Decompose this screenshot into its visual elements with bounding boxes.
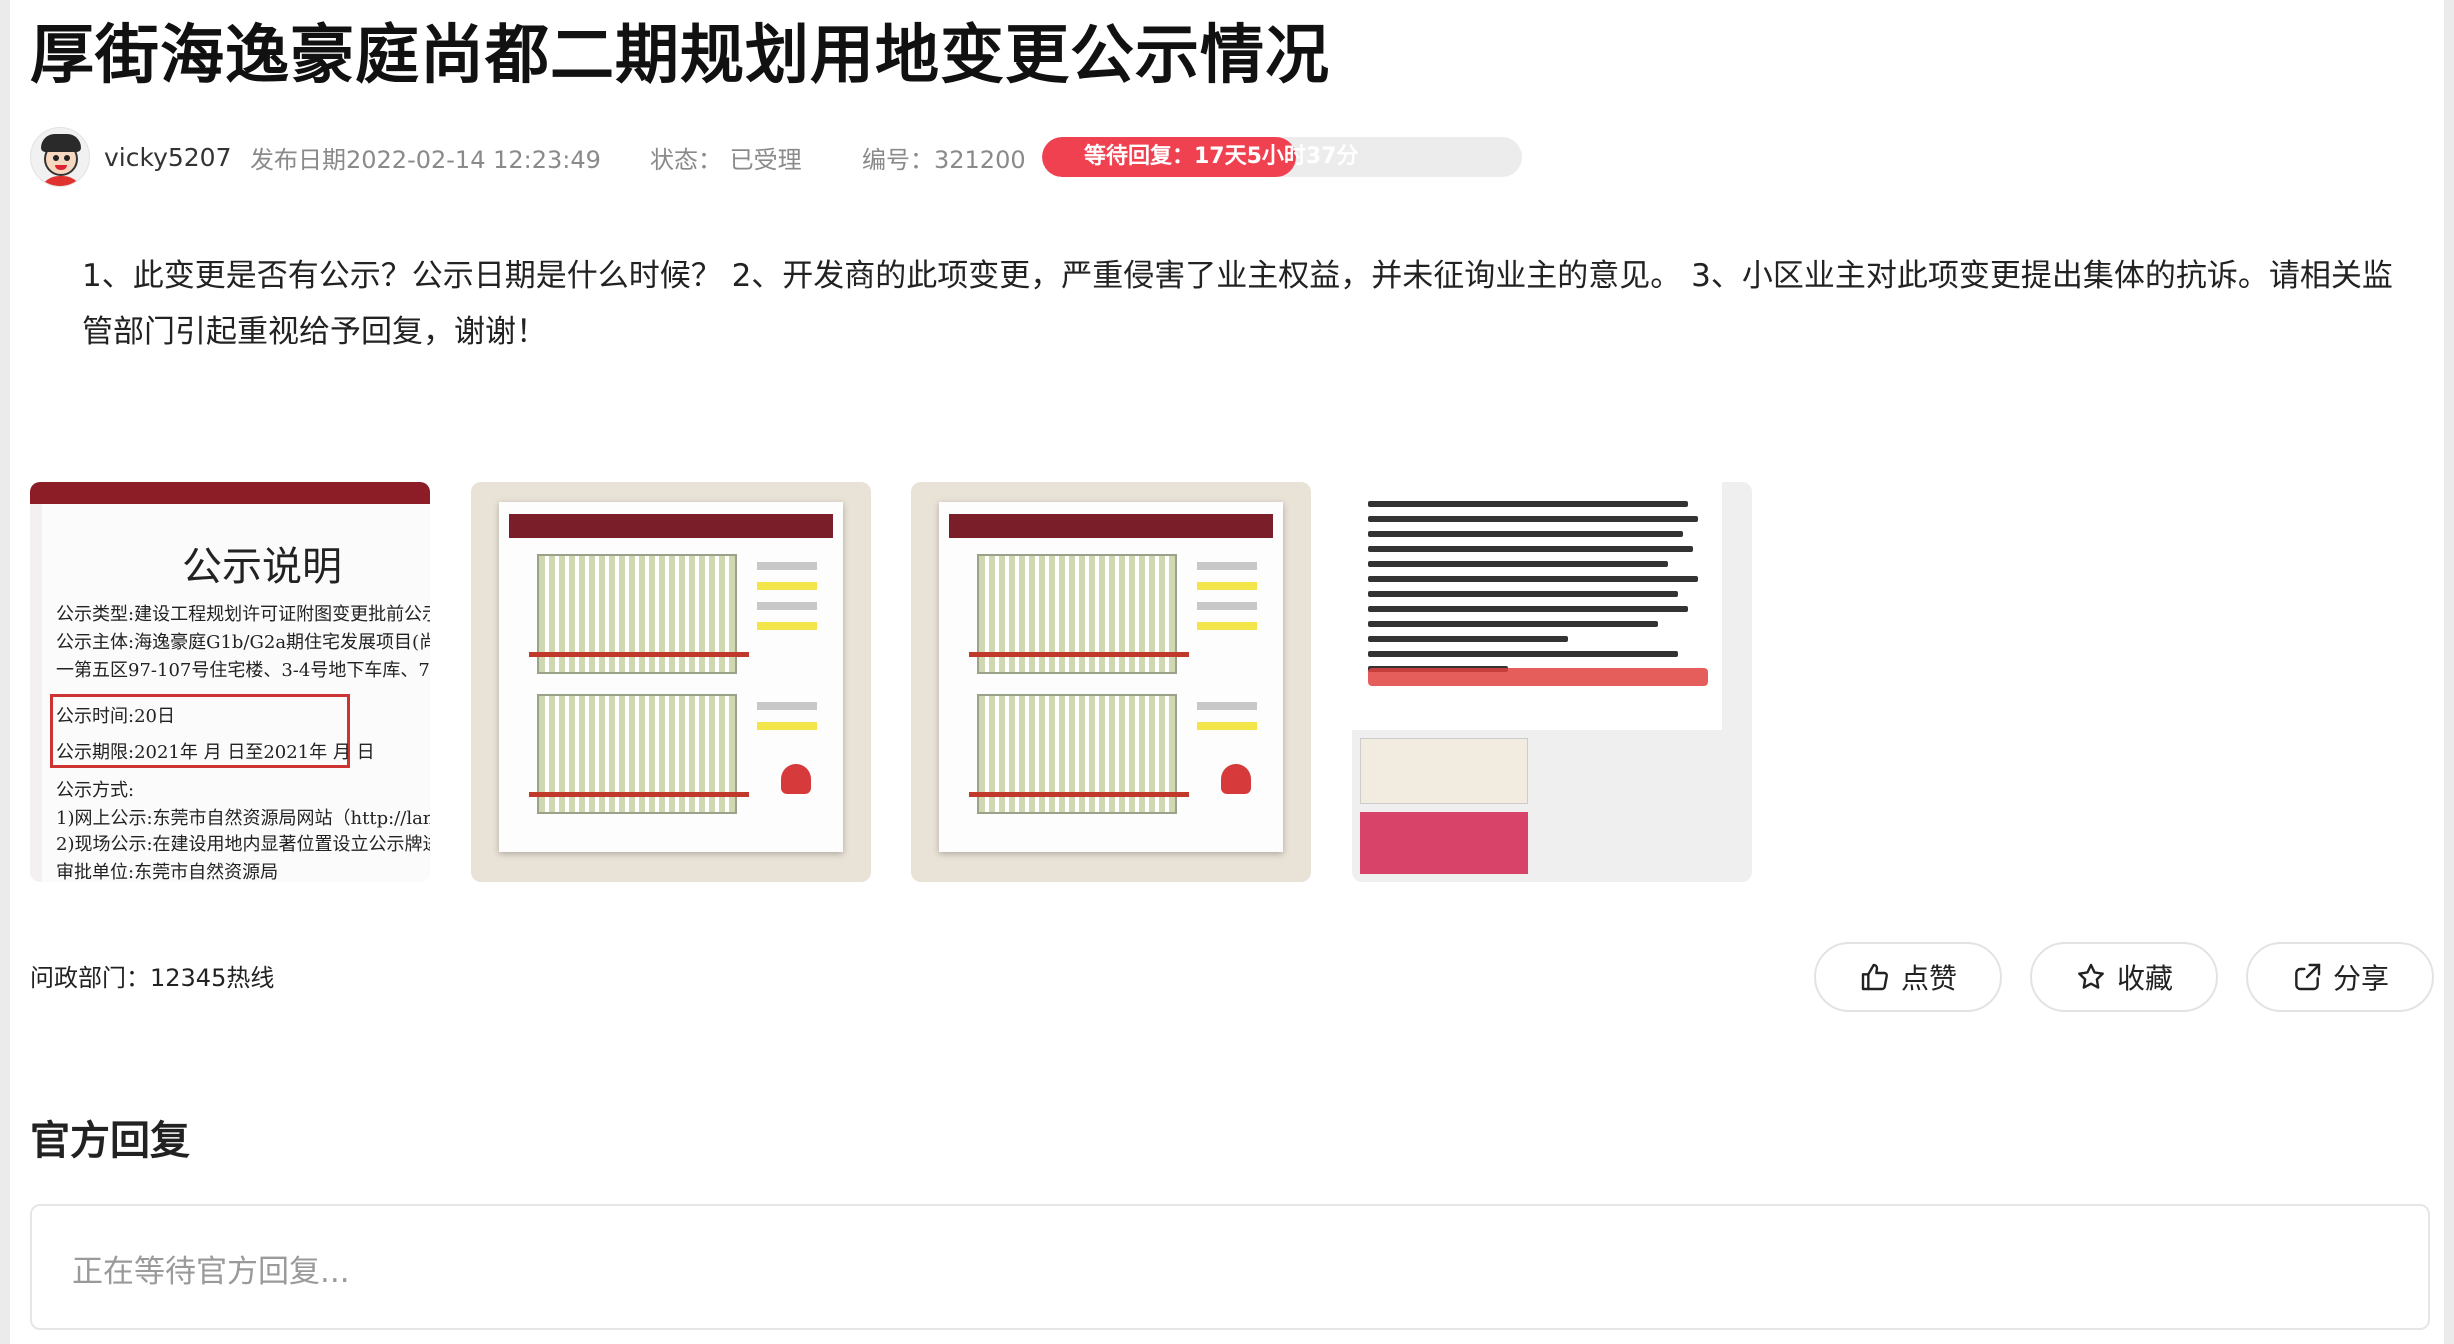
department-label: 问政部门：12345热线 xyxy=(30,964,275,992)
status-text: 状态： 已受理 xyxy=(650,145,802,174)
favorite-button[interactable]: 收藏 xyxy=(2030,942,2218,1012)
share-button[interactable]: 分享 xyxy=(2246,942,2434,1012)
author-name[interactable]: vicky5207 xyxy=(104,143,250,172)
notice-line: 2)现场公示:在建设用地内显著位置设立公示牌进行公示 xyxy=(56,834,430,855)
reply-placeholder: 正在等待官方回复... xyxy=(72,1254,350,1290)
official-reply-heading: 官方回复 xyxy=(30,1118,190,1164)
post-number: 编号：321200 xyxy=(862,145,1026,174)
waiting-progress-bar: 等待回复：17天5小时37分 xyxy=(1042,137,1522,177)
post-content: 1、此变更是否有公示？公示日期是什么时候？ 2、开发商的此项变更，严重侵害了业主… xyxy=(82,258,2393,350)
notice-line: 公示类型:建设工程规划许可证附图变更批前公示 xyxy=(56,604,430,625)
publish-date: 发布日期2022-02-14 12:23:49 xyxy=(250,145,601,174)
notice-line: 1)网上公示:东莞市自然资源局网站（http://land.dg. xyxy=(56,808,430,829)
image-thumbnail-notice[interactable]: 公示说明 公示类型:建设工程规划许可证附图变更批前公示 公示主体:海逸豪庭G1b… xyxy=(30,482,430,882)
image-thumbnail-site-plan[interactable] xyxy=(911,482,1311,882)
avatar[interactable] xyxy=(30,127,90,187)
like-label: 点赞 xyxy=(1900,962,1957,995)
post-meta: vicky5207 发布日期2022-02-14 12:23:49 状态： 已受… xyxy=(30,122,1630,192)
official-reply-box: 正在等待官方回复... xyxy=(30,1204,2430,1330)
waiting-label: 等待回复：17天5小时37分 xyxy=(1084,144,1359,169)
notice-heading: 公示说明 xyxy=(182,544,342,590)
image-thumbnail-site-plan[interactable] xyxy=(471,482,871,882)
star-icon xyxy=(2078,963,2104,989)
share-icon xyxy=(2295,963,2321,991)
thumbs-up-icon xyxy=(1861,963,1888,991)
notice-line: 公示期限:2021年 月 日至2021年 月 日 xyxy=(56,742,375,763)
notice-line: 公示时间:20日 xyxy=(56,706,175,727)
notice-line: 一第五区97-107号住宅楼、3-4号地下车库、7-9号公变房、10号专变房、暂 xyxy=(56,660,430,681)
notice-line: 公示方式: xyxy=(56,780,135,801)
notice-line: 公示主体:海逸豪庭G1b/G2a期住宅发展项目(尚都)总平面图 xyxy=(56,632,430,653)
page-title: 厚街海逸豪庭尚都二期规划用地变更公示情况 xyxy=(30,19,1330,93)
notice-line: 审批单位:东莞市自然资源局 xyxy=(56,862,279,882)
like-button[interactable]: 点赞 xyxy=(1814,942,2002,1012)
image-gallery: 公示说明 公示类型:建设工程规划许可证附图变更批前公示 公示主体:海逸豪庭G1b… xyxy=(30,482,1790,882)
share-label: 分享 xyxy=(2332,962,2389,995)
image-thumbnail-chat[interactable] xyxy=(1352,482,1752,882)
page: 厚街海逸豪庭尚都二期规划用地变更公示情况 vicky5207 发布日期2022-… xyxy=(10,0,2444,1344)
favorite-label: 收藏 xyxy=(2116,962,2173,995)
